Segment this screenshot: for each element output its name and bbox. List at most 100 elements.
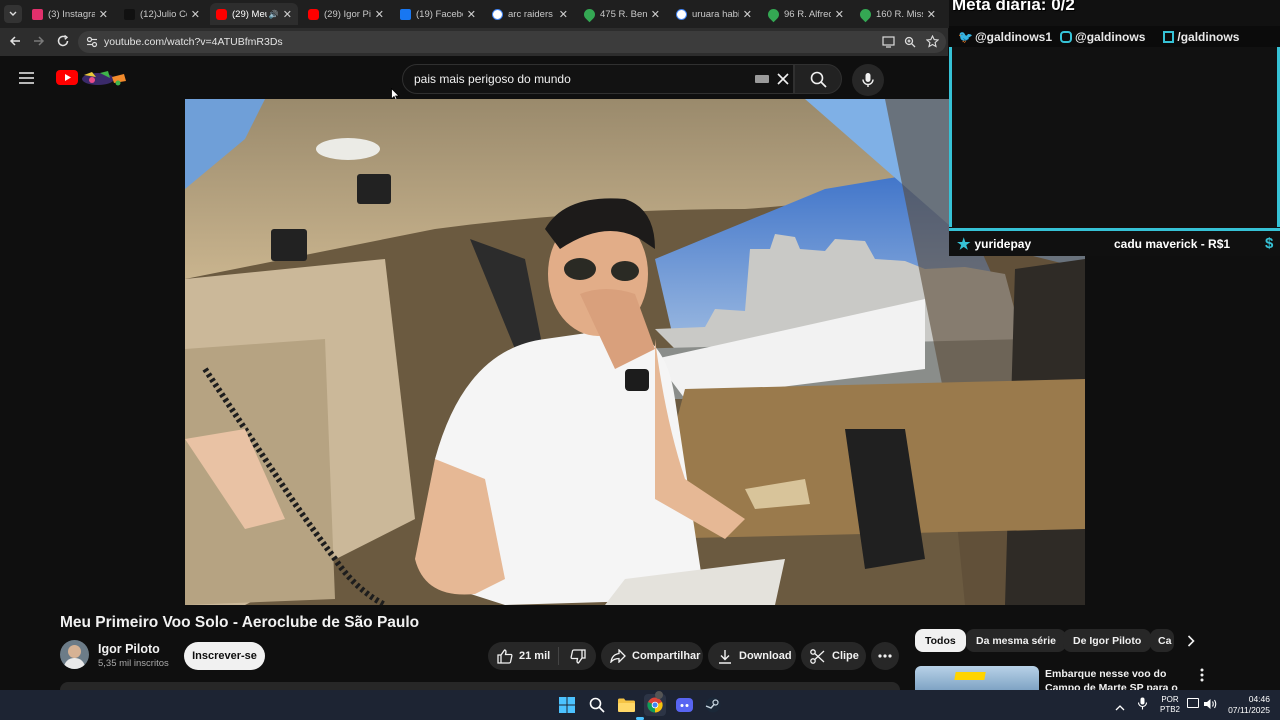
- thumbs-down-icon: [570, 648, 586, 664]
- browser-tab-title: 475 R. Benjamin: [600, 8, 647, 20]
- bookmark-star-icon[interactable]: [926, 35, 939, 48]
- browser-tab[interactable]: (12)Julio Cocielo ✕: [118, 3, 206, 25]
- tab-close-icon[interactable]: ✕: [375, 8, 384, 21]
- chip-more[interactable]: Ca: [1150, 629, 1174, 652]
- dislike-button[interactable]: [559, 642, 596, 670]
- stream-overlay: Meta diária: 0/2 🐦 @galdinows1 @galdinow…: [949, 0, 1280, 256]
- site-info-icon[interactable]: [86, 36, 98, 48]
- youtube-logo[interactable]: [56, 69, 128, 87]
- clear-search-icon[interactable]: [777, 73, 789, 85]
- tab-audio-icon[interactable]: 🔊: [269, 10, 279, 19]
- like-count: 21 mil: [519, 650, 551, 662]
- browser-tab-title: (3) Instagram: [48, 8, 95, 20]
- more-actions-button[interactable]: [871, 642, 899, 670]
- tab-search-button[interactable]: [4, 5, 22, 23]
- youtube-header: pais mais perigoso do mundo: [0, 56, 948, 102]
- volume-icon: [1204, 699, 1217, 709]
- youtube-doodle-logo: [56, 70, 126, 86]
- share-icon: [610, 649, 626, 663]
- zoom-icon[interactable]: [904, 36, 916, 48]
- browser-tab[interactable]: 96 R. Alfredo ✕: [762, 3, 850, 25]
- chevron-down-icon: [9, 11, 17, 16]
- like-button[interactable]: 21 mil: [488, 642, 558, 670]
- tray-overflow-button[interactable]: [1115, 698, 1125, 716]
- browser-tab[interactable]: arc raiders - ✕: [486, 3, 574, 25]
- tab-close-icon[interactable]: ✕: [559, 8, 568, 21]
- tab-close-icon[interactable]: ✕: [743, 8, 752, 21]
- browser-tab-title: 160 R. Missões: [876, 8, 923, 20]
- search-input[interactable]: pais mais perigoso do mundo: [414, 72, 571, 86]
- windows-logo-icon: [559, 697, 575, 713]
- search-box[interactable]: pais mais perigoso do mundo: [402, 64, 794, 94]
- chip-from-channel[interactable]: De Igor Piloto: [1063, 629, 1152, 652]
- search-icon: [589, 697, 605, 713]
- download-button[interactable]: Download: [708, 642, 796, 670]
- microphone-icon: [862, 73, 874, 87]
- recommended-thumbnail[interactable]: [915, 666, 1039, 690]
- channel-name[interactable]: Igor Piloto: [98, 642, 160, 656]
- discord-taskbar-button[interactable]: [673, 694, 695, 716]
- tab-close-icon[interactable]: ✕: [99, 8, 108, 21]
- reload-button[interactable]: [56, 34, 70, 53]
- chrome-icon: [647, 697, 663, 713]
- tab-close-icon[interactable]: ✕: [927, 8, 936, 21]
- chevron-up-icon: [1115, 705, 1125, 711]
- scissors-icon: [810, 648, 825, 664]
- start-button[interactable]: [556, 694, 578, 716]
- tray-mic-button[interactable]: [1137, 697, 1148, 715]
- description-box[interactable]: [60, 682, 900, 690]
- recommended-title[interactable]: Embarque nesse voo do Campo de Marte SP …: [1045, 667, 1195, 690]
- hamburger-icon: [19, 72, 34, 84]
- tab-close-icon[interactable]: ✕: [467, 8, 476, 21]
- tab-close-icon[interactable]: ✕: [283, 8, 292, 21]
- file-explorer-button[interactable]: [615, 694, 637, 716]
- browser-tab[interactable]: (19) Facebook ✕: [394, 3, 482, 25]
- browser-tab[interactable]: 160 R. Missões ✕: [854, 3, 942, 25]
- more-vertical-icon: [1200, 668, 1204, 682]
- input-language-button[interactable]: POR PTB2: [1160, 695, 1180, 715]
- chip-same-series[interactable]: Da mesma série: [966, 629, 1066, 652]
- dollar-icon: $: [1265, 235, 1274, 252]
- address-bar[interactable]: youtube.com/watch?v=4ATUBfmR3Ds: [78, 31, 946, 53]
- tab-close-icon[interactable]: ✕: [651, 8, 660, 21]
- chrome-taskbar-button[interactable]: [644, 691, 666, 716]
- forward-button[interactable]: [32, 34, 46, 53]
- back-button[interactable]: [8, 34, 22, 53]
- folder-icon: [617, 698, 635, 712]
- volume-button[interactable]: [1203, 697, 1217, 715]
- channel-avatar[interactable]: [60, 640, 89, 669]
- browser-tab[interactable]: (3) Instagram ✕: [26, 3, 114, 25]
- share-label: Compartilhar: [632, 650, 701, 662]
- language-code: POR: [1161, 695, 1179, 704]
- keyboard-icon[interactable]: [755, 75, 769, 83]
- browser-tab[interactable]: uruara habitantes ✕: [670, 3, 758, 25]
- network-icon[interactable]: [1187, 698, 1199, 708]
- clock[interactable]: 04:46 07/11/2025: [1224, 694, 1270, 716]
- subscribe-button[interactable]: Inscrever-se: [184, 642, 265, 670]
- browser-tab[interactable]: (29) Meu Primeiro🔊 ✕: [210, 3, 298, 25]
- taskbar-search-button[interactable]: [586, 694, 608, 716]
- tab-close-icon[interactable]: ✕: [191, 8, 200, 21]
- browser-tab-title: uruara habitantes: [692, 8, 739, 20]
- twitter-icon: 🐦: [958, 29, 973, 44]
- chips-next-button[interactable]: [1180, 630, 1202, 652]
- menu-button[interactable]: [19, 71, 34, 89]
- tab-close-icon[interactable]: ✕: [835, 8, 844, 21]
- twitter-handle: @galdinows1: [974, 29, 1052, 44]
- thumbs-up-icon: [497, 648, 513, 664]
- subscriber-count: 5,35 mil inscritos: [98, 658, 169, 669]
- recommended-menu-button[interactable]: [1200, 668, 1210, 682]
- browser-tab[interactable]: (29) Igor Piloto ✕: [302, 3, 390, 25]
- browser-tab-title: 96 R. Alfredo: [784, 8, 831, 20]
- clip-button[interactable]: Clipe: [801, 642, 866, 670]
- keyboard-layout: PTB2: [1160, 705, 1181, 714]
- scrollbar[interactable]: [1273, 256, 1278, 690]
- browser-tab[interactable]: 475 R. Benjamin ✕: [578, 3, 666, 25]
- share-button[interactable]: Compartilhar: [601, 642, 703, 670]
- voice-search-button[interactable]: [852, 64, 884, 96]
- search-button[interactable]: [794, 64, 842, 94]
- steam-taskbar-button[interactable]: [702, 694, 724, 716]
- youtube-icon: [216, 8, 227, 20]
- cast-icon[interactable]: [882, 36, 895, 48]
- chip-all[interactable]: Todos: [915, 629, 966, 652]
